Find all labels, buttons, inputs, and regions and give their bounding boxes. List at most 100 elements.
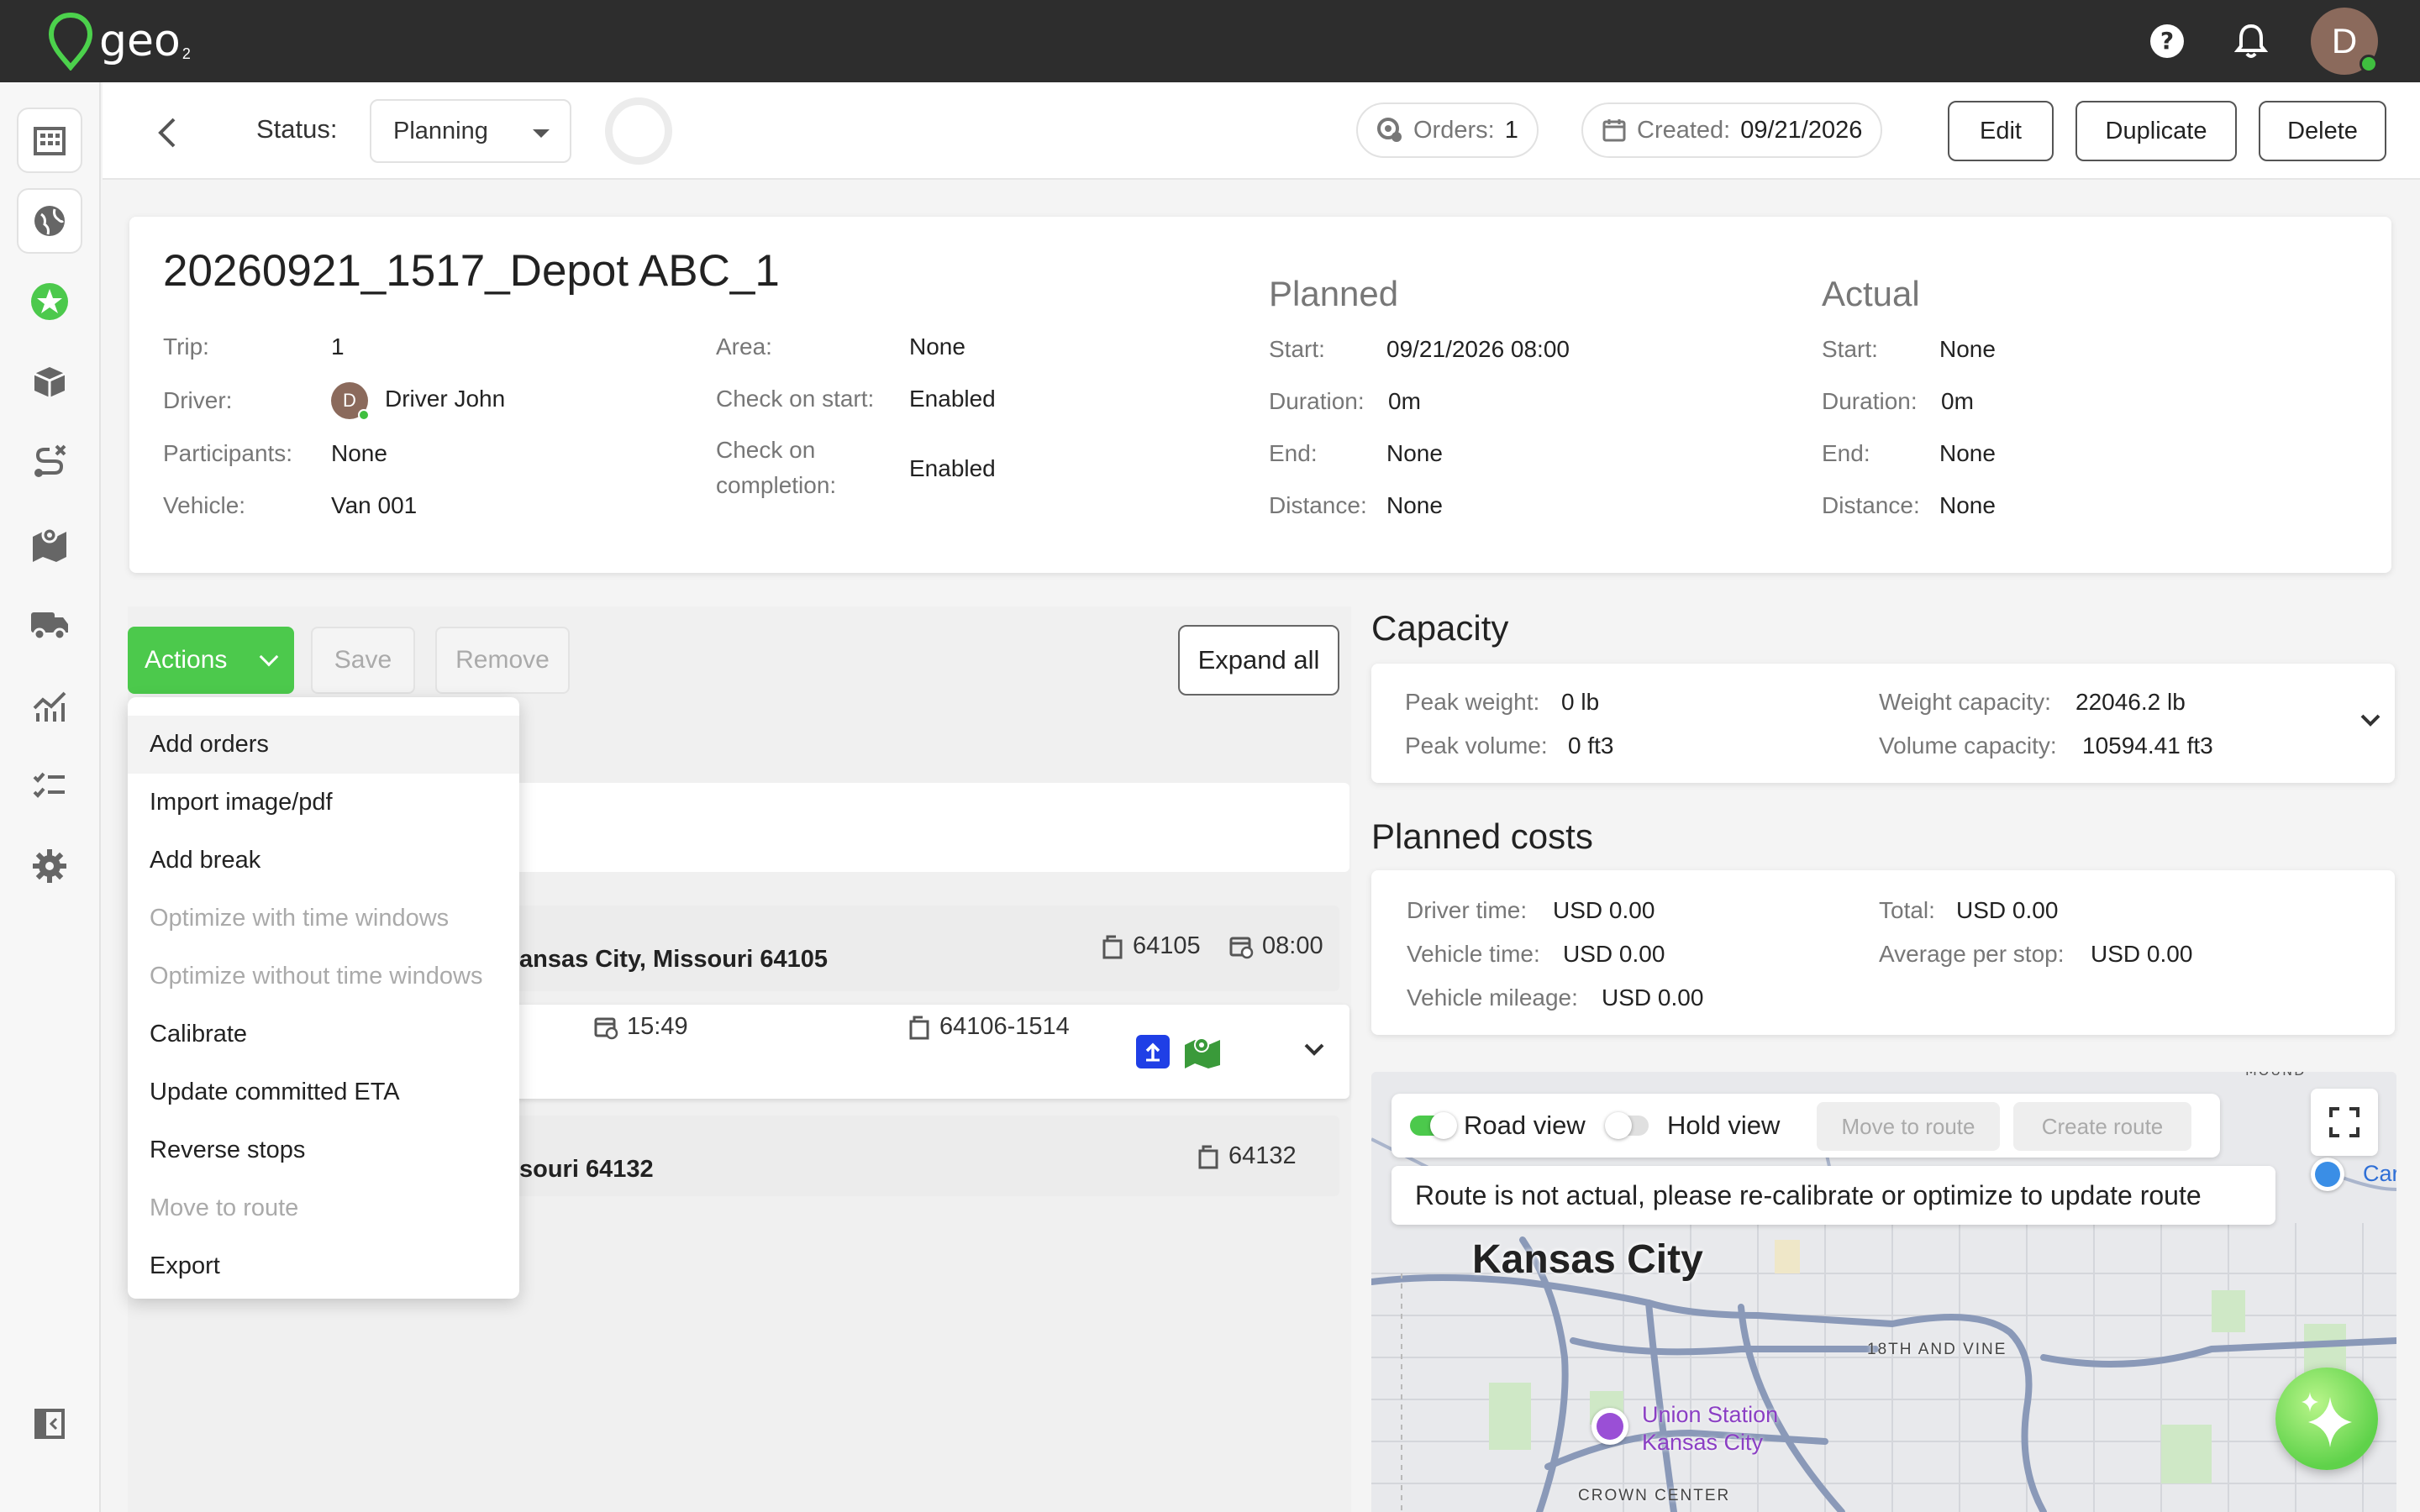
map-move-to-route-button[interactable]: Move to route [1817, 1102, 2000, 1151]
menu-item-optimize-without-time-windows[interactable]: Optimize without time windows [128, 948, 519, 1005]
total-cost-label: Total: [1879, 897, 1935, 923]
menu-item-add-orders[interactable]: Add orders [128, 716, 519, 774]
menu-item-import-image-pdf[interactable]: Import image/pdf [128, 774, 519, 832]
geo-pin-icon [48, 12, 93, 71]
help-icon[interactable]: ? [2144, 18, 2190, 64]
menu-item-move-to-route[interactable]: Move to route [128, 1179, 519, 1237]
app-logo[interactable]: geo 2 [47, 12, 191, 71]
depot-time-value: 08:00 [1262, 932, 1323, 959]
logo-text: geo [99, 16, 181, 66]
status-value: Planning [393, 117, 488, 144]
sparkle-icon [2302, 1392, 2352, 1447]
poi-union-station-line1: Union Station [1642, 1402, 1779, 1427]
landmark-icon[interactable] [1591, 1408, 1628, 1445]
check-on-completion-label-line2: completion: [716, 472, 837, 498]
menu-item-reverse-stops[interactable]: Reverse stops [128, 1121, 519, 1179]
sidebar-item-analytics[interactable] [17, 672, 82, 738]
menu-item-add-break[interactable]: Add break [128, 832, 519, 890]
peak-volume-value: 0 ft3 [1568, 732, 1614, 759]
driver-value[interactable]: Driver John [385, 386, 505, 412]
road-view-toggle[interactable] [1410, 1112, 1457, 1139]
orders-icon [1377, 118, 1402, 142]
duplicate-button[interactable]: Duplicate [2075, 101, 2237, 161]
road-view-label: Road view [1464, 1110, 1586, 1140]
sidebar-item-buildings[interactable] [17, 108, 82, 173]
map-view-controls: Road view Hold view Move to route Create… [1392, 1094, 2220, 1158]
delete-button[interactable]: Delete [2259, 101, 2386, 161]
planned-start-label: Start: [1269, 336, 1325, 362]
fullscreen-button[interactable] [2311, 1089, 2378, 1156]
sidebar-item-settings[interactable] [17, 833, 82, 899]
route-icon [34, 444, 66, 477]
average-per-stop-label: Average per stop: [1879, 941, 2065, 967]
menu-item-update-committed-eta[interactable]: Update committed ETA [128, 1063, 519, 1121]
actions-dropdown-button[interactable]: Actions [128, 627, 294, 694]
pickup-icon[interactable] [1136, 1035, 1170, 1068]
vehicle-mileage-value: USD 0.00 [1602, 984, 1704, 1011]
sidebar-item-planning[interactable] [17, 269, 82, 334]
chevron-left-icon [158, 118, 176, 148]
edit-button[interactable]: Edit [1948, 101, 2054, 161]
status-label: Status: [256, 114, 338, 144]
order-time-value: 15:49 [627, 1013, 688, 1040]
order-zip: 64106-1514 [908, 1013, 1070, 1041]
menu-item-optimize-with-time-windows[interactable]: Optimize with time windows [128, 890, 519, 948]
remove-button[interactable]: Remove [435, 627, 570, 694]
map-poi-car[interactable]: Car [2363, 1161, 2396, 1187]
map-location-icon[interactable] [1183, 1035, 1222, 1073]
calendar-clock-icon [594, 1017, 618, 1039]
capacity-expand-icon[interactable] [2358, 711, 2383, 735]
shopping-cart-icon[interactable] [2311, 1158, 2344, 1191]
actual-duration-label: Duration: [1822, 388, 1918, 414]
map-city-label: Kansas City [1472, 1237, 1703, 1282]
depot-zip: 64105 [1101, 932, 1201, 960]
order-time: 15:49 [593, 1013, 688, 1041]
globe-icon [34, 206, 65, 236]
expand-all-button[interactable]: Expand all [1178, 625, 1339, 696]
actual-distance-label: Distance: [1822, 492, 1920, 518]
peak-weight-label: Peak weight: [1405, 689, 1540, 715]
hold-view-toggle[interactable] [1605, 1112, 1649, 1139]
status-select[interactable]: Planning [370, 99, 571, 163]
calendar-icon [1602, 119, 1626, 142]
map-icon [33, 527, 66, 562]
user-avatar[interactable]: D [2311, 8, 2378, 75]
bell-icon[interactable] [2228, 18, 2274, 64]
planned-duration-label: Duration: [1269, 388, 1365, 414]
orders-value: 1 [1504, 116, 1518, 144]
depot-time: 08:00 [1228, 932, 1323, 960]
planned-start-value: 09/21/2026 08:00 [1386, 336, 1570, 362]
sidebar-item-map[interactable] [17, 511, 82, 576]
loading-spinner [605, 97, 672, 165]
created-label: Created: [1637, 116, 1731, 144]
user-avatar-letter: D [2331, 21, 2358, 60]
hold-view-label: Hold view [1667, 1110, 1781, 1140]
map-district-crown-center: CROWN CENTER [1578, 1487, 1731, 1504]
check-on-completion-label-line1: Check on [716, 437, 816, 463]
sidebar-item-packages[interactable] [17, 349, 82, 415]
sidebar-collapse-icon [34, 1409, 65, 1439]
save-button[interactable]: Save [311, 627, 415, 694]
depot-end-zip-value: 64132 [1228, 1142, 1297, 1169]
analytics-icon [33, 691, 66, 722]
sidebar-item-globe[interactable] [17, 188, 82, 254]
peak-weight-value: 0 lb [1561, 689, 1600, 715]
back-button[interactable] [143, 108, 193, 158]
truck-icon [31, 612, 68, 641]
menu-item-calibrate[interactable]: Calibrate [128, 1005, 519, 1063]
sidebar-item-routes[interactable] [17, 430, 82, 496]
menu-item-export[interactable]: Export [128, 1237, 519, 1295]
sidebar-item-vehicles[interactable] [17, 591, 82, 657]
sidebar [0, 82, 101, 1512]
check-on-start-label: Check on start: [716, 386, 875, 412]
actual-end-label: End: [1822, 440, 1870, 466]
ai-assistant-button[interactable] [2275, 1368, 2378, 1470]
map-poi-union-station[interactable]: Union Station Kansas City [1642, 1401, 1778, 1457]
map-create-route-button[interactable]: Create route [2013, 1102, 2191, 1151]
sidebar-item-tasks[interactable] [17, 753, 82, 818]
average-per-stop-value: USD 0.00 [2091, 941, 2193, 967]
depot-start-address: ansas City, Missouri 64105 [519, 946, 828, 973]
sidebar-collapse-button[interactable] [17, 1391, 82, 1457]
vehicle-value[interactable]: Van 001 [331, 492, 417, 519]
expand-row-icon[interactable] [1301, 1038, 1328, 1066]
